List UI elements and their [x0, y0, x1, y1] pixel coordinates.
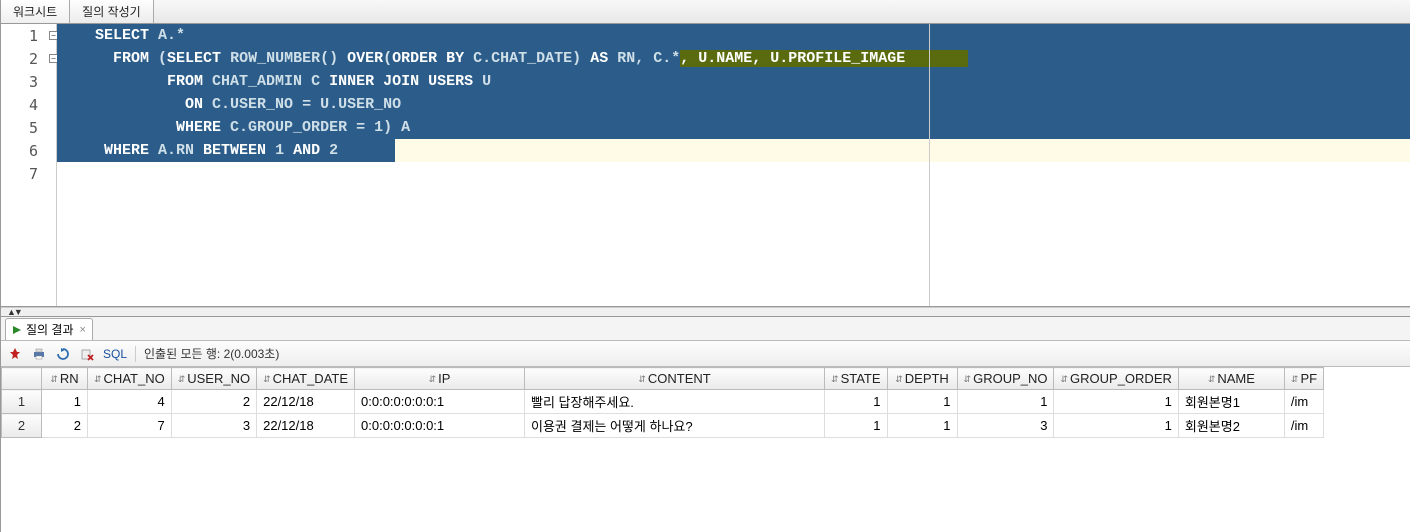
cell[interactable]: 1	[825, 414, 888, 438]
cell[interactable]: 1	[1054, 414, 1178, 438]
cell[interactable]: 1	[887, 390, 957, 414]
column-header[interactable]: ⇵STATE	[825, 368, 888, 390]
tab-query-result[interactable]: 질의 결과 ×	[5, 318, 93, 340]
column-header[interactable]: ⇵GROUP_ORDER	[1054, 368, 1178, 390]
cell[interactable]: 0:0:0:0:0:0:0:1	[355, 414, 525, 438]
table-row[interactable]: 114222/12/180:0:0:0:0:0:0:1빨리 답장해주세요.111…	[2, 390, 1324, 414]
column-header[interactable]: ⇵CHAT_NO	[88, 368, 172, 390]
sort-icon: ⇵	[50, 374, 58, 385]
column-label: PF	[1300, 372, 1317, 387]
cell[interactable]: 1	[42, 390, 88, 414]
cell[interactable]: 2	[42, 414, 88, 438]
cell[interactable]: 0:0:0:0:0:0:0:1	[355, 390, 525, 414]
close-icon[interactable]: ×	[80, 324, 86, 336]
column-label: DEPTH	[905, 372, 949, 387]
cell[interactable]: 회원본명2	[1178, 414, 1284, 438]
cell[interactable]: 3	[957, 414, 1054, 438]
row-number: 2	[2, 414, 42, 438]
sort-icon: ⇵	[831, 374, 839, 385]
cell[interactable]: 22/12/18	[257, 414, 355, 438]
refresh-icon[interactable]	[55, 346, 71, 362]
column-header[interactable]: ⇵RN	[42, 368, 88, 390]
column-header[interactable]: ⇵IP	[355, 368, 525, 390]
splitter-arrows-icon: ▲▼	[7, 307, 21, 317]
cell[interactable]: 1	[957, 390, 1054, 414]
code-area[interactable]: SELECT A.* FROM (SELECT ROW_NUMBER() OVE…	[57, 24, 1410, 306]
sort-icon: ⇵	[638, 374, 646, 385]
sort-icon: ⇵	[964, 374, 972, 385]
column-label: CONTENT	[648, 372, 711, 387]
sort-icon: ⇵	[1060, 374, 1068, 385]
results-grid[interactable]: ⇵RN⇵CHAT_NO⇵USER_NO⇵CHAT_DATE⇵IP⇵CONTENT…	[1, 367, 1410, 438]
cell[interactable]: /im	[1284, 390, 1323, 414]
column-header[interactable]: ⇵USER_NO	[171, 368, 256, 390]
cell[interactable]: 1	[1054, 390, 1178, 414]
column-label: STATE	[841, 372, 881, 387]
cell[interactable]: 이용권 결제는 어떻게 하나요?	[525, 414, 825, 438]
print-margin	[929, 24, 930, 306]
sort-icon: ⇵	[263, 374, 271, 385]
column-label: RN	[60, 372, 79, 387]
column-label: CHAT_DATE	[273, 372, 348, 387]
sort-icon: ⇵	[1208, 374, 1216, 385]
cell[interactable]: 빨리 답장해주세요.	[525, 390, 825, 414]
column-header[interactable]: ⇵GROUP_NO	[957, 368, 1054, 390]
column-header[interactable]: ⇵NAME	[1178, 368, 1284, 390]
print-icon[interactable]	[31, 346, 47, 362]
editor-gutter: 1− 2− 3 4 5 6 7	[1, 24, 57, 306]
column-header[interactable]: ⇵PF	[1284, 368, 1323, 390]
sort-icon: ⇵	[429, 374, 437, 385]
fetch-status: 인출된 모든 행: 2(0.003초)	[144, 345, 279, 362]
sort-icon: ⇵	[1291, 374, 1299, 385]
sql-editor[interactable]: 1− 2− 3 4 5 6 7 SELECT A.* FROM (SELECT …	[1, 24, 1410, 307]
cell[interactable]: 회원본명1	[1178, 390, 1284, 414]
cell[interactable]: 1	[825, 390, 888, 414]
splitter[interactable]: ▲▼	[1, 307, 1410, 317]
cell[interactable]: /im	[1284, 414, 1323, 438]
sort-icon: ⇵	[94, 374, 102, 385]
results-tab-label: 질의 결과	[26, 321, 74, 338]
line-number: 7	[29, 165, 52, 183]
column-header[interactable]: ⇵CHAT_DATE	[257, 368, 355, 390]
cell[interactable]: 2	[171, 390, 256, 414]
delete-icon[interactable]	[79, 346, 95, 362]
column-header[interactable]: ⇵CONTENT	[525, 368, 825, 390]
column-label: IP	[438, 372, 450, 387]
results-tabs: 질의 결과 ×	[1, 317, 1410, 341]
separator	[135, 346, 136, 362]
sql-button[interactable]: SQL	[103, 347, 127, 361]
row-number-header	[2, 368, 42, 390]
column-label: GROUP_ORDER	[1070, 372, 1172, 387]
line-number: 3	[29, 73, 52, 91]
results-toolbar: SQL 인출된 모든 행: 2(0.003초)	[1, 341, 1410, 367]
column-label: CHAT_NO	[104, 372, 165, 387]
pin-icon[interactable]	[7, 346, 23, 362]
play-icon	[12, 325, 22, 335]
column-header[interactable]: ⇵DEPTH	[887, 368, 957, 390]
tab-worksheet[interactable]: 워크시트	[1, 0, 70, 23]
sort-icon: ⇵	[895, 374, 903, 385]
column-label: NAME	[1217, 372, 1255, 387]
column-label: GROUP_NO	[973, 372, 1047, 387]
cell[interactable]: 1	[887, 414, 957, 438]
column-label: USER_NO	[187, 372, 250, 387]
cell[interactable]: 3	[171, 414, 256, 438]
line-number: 6	[29, 142, 52, 160]
table-row[interactable]: 227322/12/180:0:0:0:0:0:0:1이용권 결제는 어떻게 하…	[2, 414, 1324, 438]
line-number: 4	[29, 96, 52, 114]
cell[interactable]: 7	[88, 414, 172, 438]
row-number: 1	[2, 390, 42, 414]
tab-query-builder[interactable]: 질의 작성기	[70, 0, 154, 23]
sort-icon: ⇵	[178, 374, 186, 385]
editor-tabs: 워크시트 질의 작성기	[1, 0, 1410, 24]
cell[interactable]: 22/12/18	[257, 390, 355, 414]
cell[interactable]: 4	[88, 390, 172, 414]
line-number: 5	[29, 119, 52, 137]
